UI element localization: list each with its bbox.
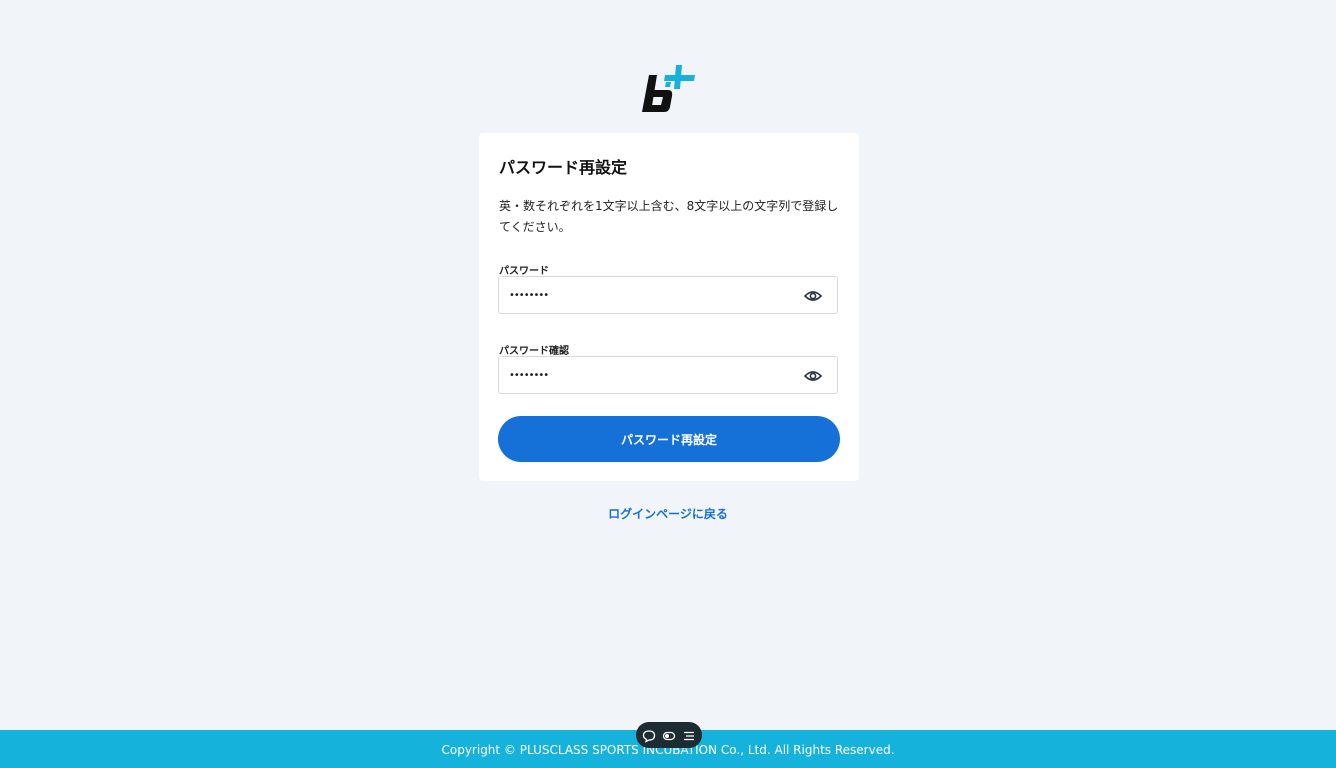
password-confirm-input-value: ••••••••	[509, 370, 549, 381]
back-link-container: ログインページに戻る	[0, 505, 1336, 522]
password-input[interactable]: ••••••••	[498, 276, 838, 314]
floating-toolbar	[636, 722, 702, 748]
password-input-value: ••••••••	[509, 290, 549, 301]
page-title: パスワード再設定	[499, 158, 628, 177]
password-label: パスワード	[499, 266, 549, 277]
password-confirm-label: パスワード確認	[499, 346, 569, 357]
password-confirm-input[interactable]: ••••••••	[498, 356, 838, 394]
submit-button[interactable]: パスワード再設定	[498, 416, 840, 462]
comment-icon[interactable]	[642, 728, 656, 743]
b-plus-logo-icon	[640, 63, 698, 115]
back-to-login-link[interactable]: ログインページに戻る	[608, 507, 728, 521]
password-reset-card: パスワード再設定 英・数それぞれを1文字以上含む、8文字以上の文字列で登録してく…	[479, 133, 859, 481]
menu-icon[interactable]	[682, 728, 696, 742]
toggle-icon[interactable]	[662, 728, 676, 742]
password-requirements-text: 英・数それぞれを1文字以上含む、8文字以上の文字列で登録してください。	[499, 199, 839, 234]
eye-icon[interactable]	[803, 368, 823, 382]
eye-icon[interactable]	[803, 288, 823, 302]
